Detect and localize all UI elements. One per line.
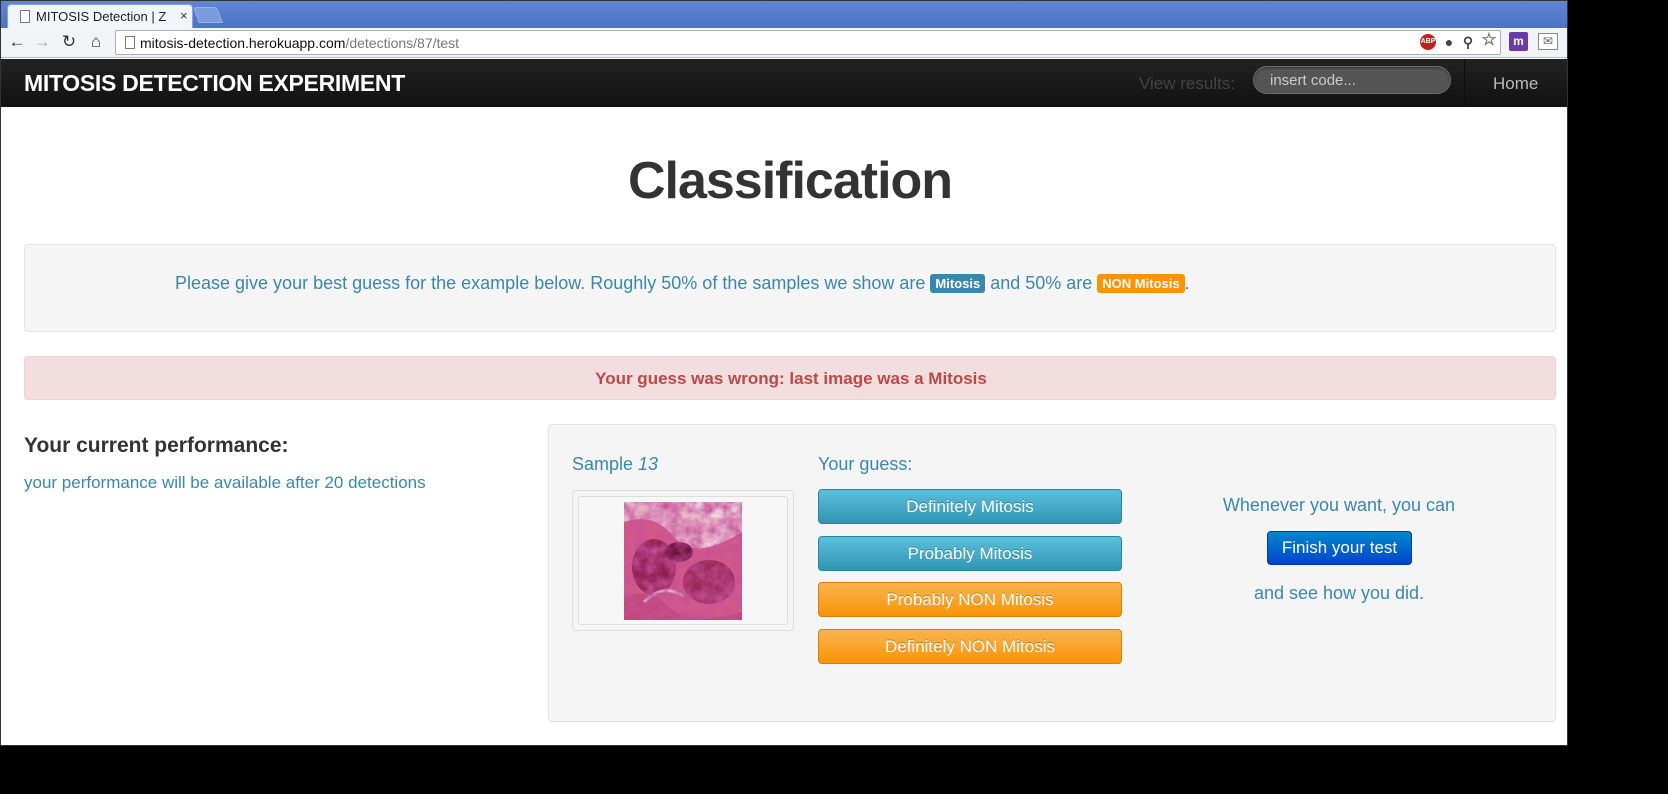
zoom-icon[interactable]: ⚲: [1460, 34, 1476, 50]
sample-label: Sample 13: [572, 454, 658, 475]
url-host: mitosis-detection.herokuapp.com: [140, 35, 346, 51]
m-extension-icon[interactable]: m: [1509, 32, 1528, 51]
sample-label-text: Sample: [572, 454, 639, 474]
tab-title: MITOSIS Detection | Z: [36, 9, 167, 24]
adblock-plus-icon[interactable]: ABP: [1420, 34, 1436, 50]
definitely-non-mitosis-button[interactable]: Definitely NON Mitosis: [818, 629, 1122, 664]
page-icon: [125, 36, 135, 49]
url-path: /detections/87/test: [345, 35, 460, 51]
instructions-text: Please give your best guess for the exam…: [175, 273, 1190, 294]
lightbulb-icon[interactable]: ●: [1441, 34, 1457, 50]
home-link[interactable]: Home: [1493, 74, 1538, 94]
performance-heading: Your current performance:: [24, 434, 289, 457]
address-bar[interactable]: mitosis-detection.herokuapp.com/detectio…: [115, 30, 1501, 55]
instructions-part3: .: [1184, 273, 1190, 293]
performance-text: your performance will be available after…: [24, 473, 426, 492]
nav-divider: [1464, 59, 1465, 107]
instructions-part2: and 50% are: [985, 273, 1098, 293]
tab-strip: MITOSIS Detection | Z ×: [1, 1, 1567, 28]
back-arrow-icon[interactable]: ←: [7, 32, 27, 52]
error-alert: Your guess was wrong: last image was a M…: [24, 356, 1556, 400]
sample-thumbnail: [578, 496, 788, 625]
brand-title[interactable]: MITOSIS DETECTION EXPERIMENT: [24, 70, 405, 97]
home-icon[interactable]: ⌂: [86, 32, 106, 52]
non-mitosis-label: NON Mitosis: [1097, 274, 1185, 293]
browser-toolbar: ← → ↻ ⌂ mitosis-detection.herokuapp.com/…: [1, 28, 1567, 58]
sample-thumbnail-frame: [572, 490, 794, 631]
instructions-part1: Please give your best guess for the exam…: [175, 273, 931, 293]
url-text: mitosis-detection.herokuapp.com/detectio…: [140, 35, 459, 51]
new-tab-button[interactable]: [193, 7, 223, 23]
page-icon: [20, 10, 30, 23]
probably-non-mitosis-button[interactable]: Probably NON Mitosis: [818, 582, 1122, 617]
see-how-text: and see how you did.: [1253, 583, 1425, 603]
error-alert-text: Your guess was wrong: last image was a M…: [595, 369, 987, 388]
code-input[interactable]: [1253, 66, 1451, 94]
mitosis-label: Mitosis: [930, 274, 986, 293]
definitely-mitosis-button[interactable]: Definitely Mitosis: [818, 489, 1122, 524]
sample-number: 13: [638, 454, 659, 474]
browser-tab[interactable]: MITOSIS Detection | Z ×: [7, 4, 193, 28]
finish-test-button[interactable]: Finish your test: [1267, 531, 1412, 565]
site-navbar: MITOSIS DETECTION EXPERIMENT View result…: [1, 59, 1567, 107]
view-results-label: View results:: [1139, 74, 1236, 93]
whenever-text: Whenever you want, you can: [1222, 495, 1456, 515]
gmail-icon[interactable]: ✉: [1538, 33, 1558, 50]
test-panel: Sample 13 Your guess: Definitely Mitosis…: [548, 424, 1556, 722]
reload-icon[interactable]: ↻: [59, 32, 79, 52]
guess-label: Your guess:: [818, 454, 913, 474]
browser-window: MITOSIS Detection | Z × ← → ↻ ⌂ mitosis-…: [0, 0, 1568, 746]
probably-mitosis-button[interactable]: Probably Mitosis: [818, 536, 1122, 571]
sample-tissue-image: [624, 502, 742, 620]
bookmark-star-icon[interactable]: ☆: [1481, 31, 1497, 48]
tab-close-icon[interactable]: ×: [180, 8, 188, 23]
instructions-well: Please give your best guess for the exam…: [24, 244, 1556, 332]
forward-arrow-icon[interactable]: →: [32, 32, 52, 52]
page-title: Classification: [627, 152, 953, 210]
